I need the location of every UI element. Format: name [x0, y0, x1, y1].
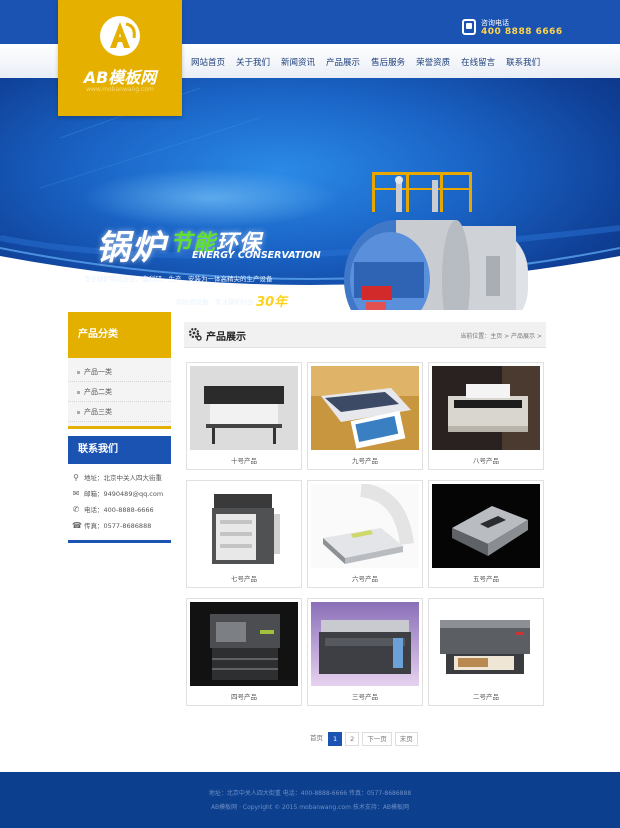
pager-last[interactable]: 末页 [394, 732, 418, 746]
footer-copyright: AB模板网 · Copyright © 2015 mobanwang.com 技… [210, 804, 410, 811]
product-card[interactable]: 二号产品 [428, 598, 544, 706]
banner-desc-1: 专业锅炉制造企业，集科研、生产、安装为一体高精尖的生产设备 [84, 275, 273, 283]
product-caption: 六号产品 [352, 575, 378, 583]
contact-address-text: 地址：北京中关人四大街重 [84, 474, 162, 482]
product-image [311, 484, 419, 568]
product-caption: 七号产品 [231, 575, 257, 583]
product-card[interactable]: 九号产品 [307, 362, 423, 470]
product-card[interactable]: 五号产品 [428, 480, 544, 588]
product-card[interactable]: 六号产品 [307, 480, 423, 588]
logo-tagline: www.mobanwang.com [86, 86, 154, 93]
pager-next[interactable]: 下一页 [362, 732, 392, 746]
product-image [311, 602, 419, 686]
location-icon: ⚲ [73, 473, 79, 482]
banner-years: 30年 [256, 295, 288, 310]
nav-item-service[interactable]: 售后服务 [366, 48, 410, 78]
pagination: 首页 1 2 下一页 末页 [308, 731, 421, 747]
banner-subtitle-en: ENERGY CONSERVATION [192, 250, 321, 261]
product-card[interactable]: 四号产品 [186, 598, 302, 706]
product-card[interactable]: 十号产品 [186, 362, 302, 470]
site-logo[interactable]: AB模板网 www.mobanwang.com [58, 0, 182, 116]
banner-title-main: 锅炉 [96, 228, 166, 268]
pager-first[interactable]: 首页 [308, 732, 325, 746]
hotline-number: 400 8888 6666 [481, 27, 563, 37]
product-image [190, 602, 298, 686]
logo-brand: AB模板网 [83, 68, 157, 87]
contact-fax-text: 传真：0577-8686888 [84, 522, 152, 530]
site-footer: 地址：北京中关人四大街重 电话：400-8888-6666 传真：0577-86… [0, 772, 620, 828]
contact-email: ✉ 邮箱：9490489@qq.com [68, 486, 171, 502]
phone-icon [462, 19, 476, 35]
breadcrumb: 当前位置：主页 > 产品展示 > [460, 333, 542, 340]
nav-item-about[interactable]: 关于我们 [231, 48, 275, 78]
category-list: 产品一类 产品二类 产品三类 [68, 358, 171, 429]
nav-item-message[interactable]: 在线留言 [456, 48, 500, 78]
pager-page-1[interactable]: 1 [328, 732, 343, 746]
footer-contact-line: 地址：北京中关人四大街重 电话：400-8888-6666 传真：0577-86… [208, 790, 412, 797]
banner-title: 锅炉 节能环保 [96, 220, 262, 269]
main-nav: 网站首页 关于我们 新闻资讯 产品展示 售后服务 荣誉资质 在线留言 联系我们 [186, 48, 546, 78]
category-item[interactable]: 产品三类 [68, 402, 171, 422]
section-title: 产品展示 [206, 332, 246, 343]
boiler-image [344, 172, 528, 310]
nav-item-products[interactable]: 产品展示 [321, 48, 365, 78]
product-card[interactable]: 三号产品 [307, 598, 423, 706]
contact-phone-text: 电话：400-8888-6666 [84, 506, 154, 514]
product-card[interactable]: 八号产品 [428, 362, 544, 470]
banner-desc-2: 和检验设备，专注锅炉行业 30年 [176, 289, 288, 310]
product-image [190, 366, 298, 450]
product-image [432, 602, 540, 686]
section-header: 产品展示 当前位置：主页 > 产品展示 > [184, 322, 546, 348]
contact-email-text: 邮箱：9490489@qq.com [84, 490, 164, 498]
phone-icon: ✆ [72, 505, 80, 514]
product-card[interactable]: 七号产品 [186, 480, 302, 588]
mail-icon: ✉ [72, 489, 80, 498]
contact-phone: ✆ 电话：400-8888-6666 [68, 502, 171, 518]
sidebar-contact: 联系我们 ⚲ 地址：北京中关人四大街重 ✉ 邮箱：9490489@qq.com … [68, 436, 171, 543]
gear-icon [188, 327, 202, 341]
product-caption: 二号产品 [473, 693, 499, 701]
contact-list: ⚲ 地址：北京中关人四大街重 ✉ 邮箱：9490489@qq.com ✆ 电话：… [68, 464, 171, 543]
product-caption: 三号产品 [352, 693, 378, 701]
product-image [311, 366, 419, 450]
logo-mark-icon [100, 16, 140, 56]
banner-desc-2-text: 和检验设备，专注锅炉行业 [176, 298, 254, 306]
product-image [432, 366, 540, 450]
nav-item-home[interactable]: 网站首页 [186, 48, 230, 78]
product-caption: 九号产品 [352, 457, 378, 465]
sidebar-categories: 产品分类 产品一类 产品二类 产品三类 [68, 312, 171, 429]
category-item[interactable]: 产品二类 [68, 382, 171, 402]
product-caption: 十号产品 [231, 457, 257, 465]
product-image [190, 484, 298, 568]
category-heading: 产品分类 [68, 312, 171, 358]
nav-item-honors[interactable]: 荣誉资质 [411, 48, 455, 78]
contact-address: ⚲ 地址：北京中关人四大街重 [68, 470, 171, 486]
banner-glow [80, 168, 340, 228]
contact-heading: 联系我们 [68, 436, 171, 464]
nav-item-news[interactable]: 新闻资讯 [276, 48, 320, 78]
product-image [432, 484, 540, 568]
nav-item-contact[interactable]: 联系我们 [501, 48, 545, 78]
product-caption: 八号产品 [473, 457, 499, 465]
product-caption: 四号产品 [231, 693, 257, 701]
product-caption: 五号产品 [473, 575, 499, 583]
contact-fax: ☎ 传真：0577-8686888 [68, 518, 171, 534]
fax-icon: ☎ [72, 521, 82, 530]
pager-page-2[interactable]: 2 [345, 732, 360, 746]
category-item[interactable]: 产品一类 [68, 362, 171, 382]
